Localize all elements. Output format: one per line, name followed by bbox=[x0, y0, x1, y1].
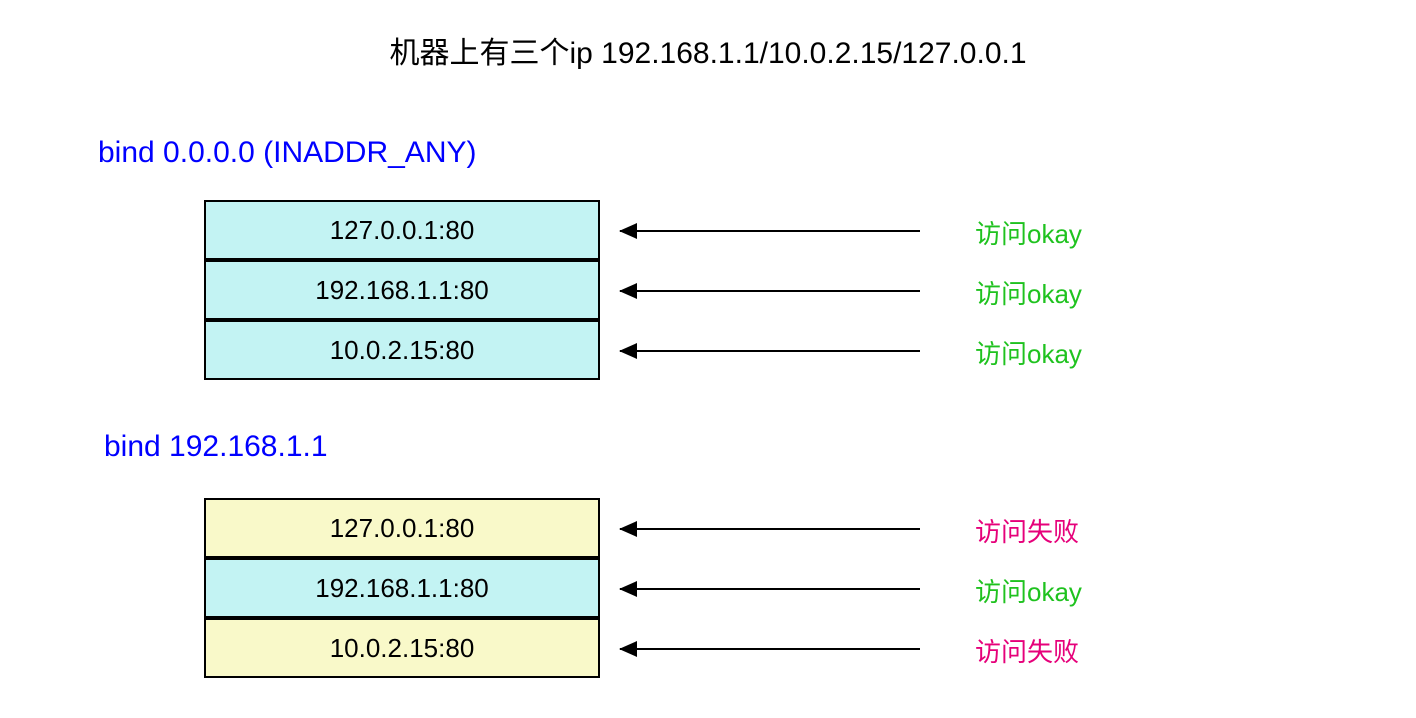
arrow-icon bbox=[620, 648, 920, 650]
section2-row-1-status: 访问okay bbox=[975, 572, 1082, 609]
section2-row-1-addr: 192.168.1.1:80 bbox=[315, 573, 489, 604]
section2-row-2-status: 访问失败 bbox=[975, 632, 1079, 669]
section2-row-1-box: 192.168.1.1:80 bbox=[204, 558, 600, 618]
section2-heading: bind 192.168.1.1 bbox=[104, 430, 328, 464]
section1-row-0-status: 访问okay bbox=[975, 214, 1082, 251]
section2-row-0-addr: 127.0.0.1:80 bbox=[330, 513, 475, 544]
section2-row-2-addr: 10.0.2.15:80 bbox=[330, 633, 475, 664]
section1-row-1-box: 192.168.1.1:80 bbox=[204, 260, 600, 320]
arrow-icon bbox=[620, 588, 920, 590]
arrow-icon bbox=[620, 290, 920, 292]
section1-row-2-status: 访问okay bbox=[975, 334, 1082, 371]
section1-row-0-box: 127.0.0.1:80 bbox=[204, 200, 600, 260]
arrow-icon bbox=[620, 528, 920, 530]
section2-row-0-status: 访问失败 bbox=[975, 512, 1079, 549]
section2-row-0-box: 127.0.0.1:80 bbox=[204, 498, 600, 558]
arrow-icon bbox=[620, 230, 920, 232]
section2-row-2-box: 10.0.2.15:80 bbox=[204, 618, 600, 678]
section1-heading: bind 0.0.0.0 (INADDR_ANY) bbox=[98, 136, 477, 170]
section1-row-2-box: 10.0.2.15:80 bbox=[204, 320, 600, 380]
section1-row-1-status: 访问okay bbox=[975, 274, 1082, 311]
section1-row-0-addr: 127.0.0.1:80 bbox=[330, 215, 475, 246]
section1-row-2-addr: 10.0.2.15:80 bbox=[330, 335, 475, 366]
page-title: 机器上有三个ip 192.168.1.1/10.0.2.15/127.0.0.1 bbox=[0, 28, 1416, 72]
section1-row-1-addr: 192.168.1.1:80 bbox=[315, 275, 489, 306]
arrow-icon bbox=[620, 350, 920, 352]
